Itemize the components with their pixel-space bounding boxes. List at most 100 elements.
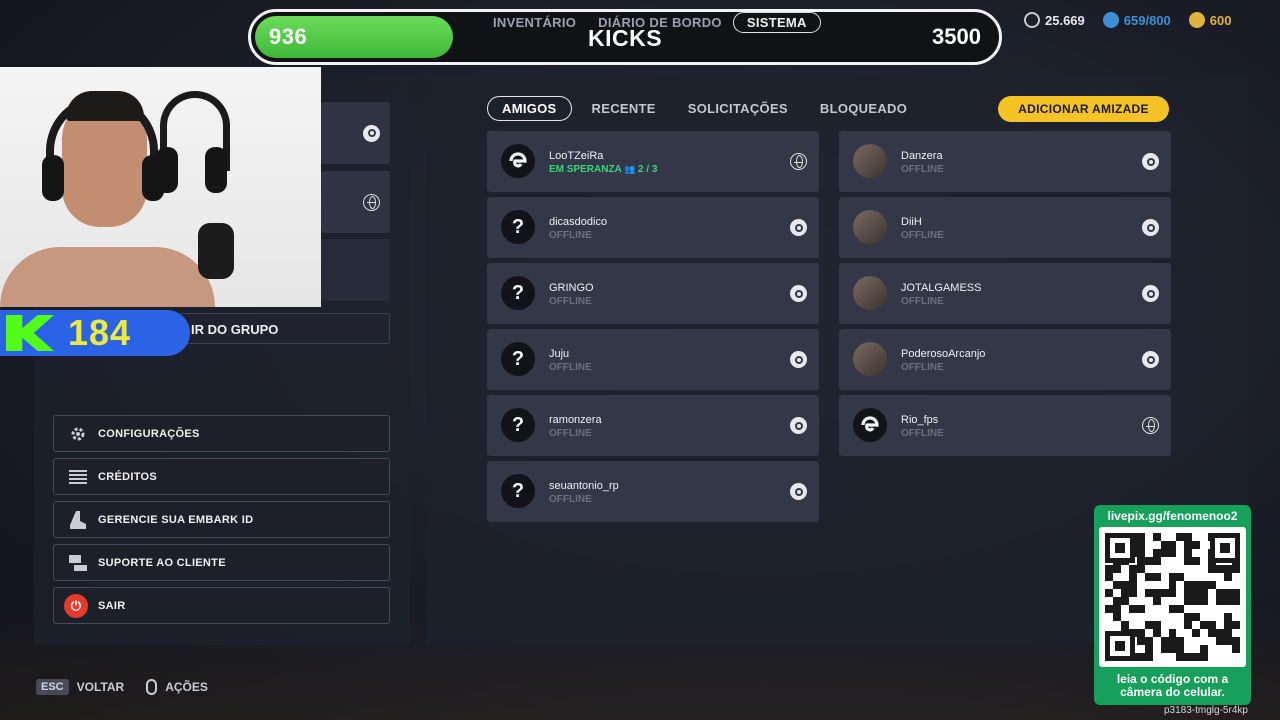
friend-card[interactable]: PoderosoArcanjo OFFLINE bbox=[839, 329, 1171, 390]
unknown-avatar-icon: ? bbox=[501, 342, 535, 376]
multibucks-value: 600 bbox=[1209, 12, 1232, 28]
friend-card[interactable]: ? ramonzera OFFLINE bbox=[487, 395, 819, 456]
livepix-caption: leia o código com a câmera do celular. bbox=[1099, 673, 1246, 699]
qr-module bbox=[1184, 629, 1192, 637]
tab-sistema[interactable]: SISTEMA bbox=[732, 11, 821, 33]
qr-finder-top-left bbox=[1105, 533, 1135, 563]
qr-module bbox=[1121, 605, 1129, 613]
qr-module bbox=[1168, 549, 1177, 557]
friend-status: EM SPERANZA 👥 2 / 3 bbox=[549, 164, 657, 175]
qr-module bbox=[1153, 565, 1161, 573]
qr-module bbox=[1113, 621, 1121, 629]
qr-module bbox=[1112, 597, 1121, 605]
qr-module bbox=[1216, 653, 1224, 661]
left-card-empty[interactable] bbox=[321, 239, 390, 301]
qr-module bbox=[1112, 613, 1121, 621]
qr-module bbox=[1200, 645, 1209, 653]
party-icon: 👥 bbox=[621, 164, 639, 174]
qr-module bbox=[1224, 653, 1232, 661]
webcam-overlay bbox=[0, 67, 321, 307]
tab-inventario[interactable]: INVENTÁRIO bbox=[482, 13, 587, 32]
menu-sair[interactable]: ⏻ SAIR bbox=[53, 587, 390, 624]
qr-module bbox=[1144, 621, 1153, 629]
menu-configuracoes[interactable]: CONFIGURAÇÕES bbox=[53, 415, 390, 452]
friend-card[interactable]: ? dicasdodico OFFLINE bbox=[487, 197, 819, 258]
qr-module bbox=[1168, 573, 1177, 581]
coin-icon bbox=[1024, 12, 1040, 28]
qr-module bbox=[1200, 637, 1208, 645]
qr-module bbox=[1105, 589, 1113, 597]
qr-module bbox=[1169, 613, 1177, 621]
left-card-steam[interactable] bbox=[321, 102, 390, 164]
qr-module bbox=[1105, 621, 1113, 629]
friend-status-text: OFFLINE bbox=[549, 362, 592, 373]
qr-module bbox=[1153, 653, 1161, 661]
qr-module bbox=[1169, 533, 1177, 541]
tab-recente[interactable]: RECENTE bbox=[580, 96, 668, 121]
friend-card[interactable]: JOTALGAMESS OFFLINE bbox=[839, 263, 1171, 324]
tab-diario-de-bordo[interactable]: DIÁRIO DE BORDO bbox=[587, 13, 733, 32]
steam-icon bbox=[1142, 351, 1159, 368]
tab-amigos[interactable]: AMIGOS bbox=[487, 96, 572, 121]
friend-card[interactable]: DiiH OFFLINE bbox=[839, 197, 1171, 258]
friend-card[interactable]: ? seuantonio_rp OFFLINE bbox=[487, 461, 819, 522]
friend-status-text: OFFLINE bbox=[549, 296, 592, 307]
qr-module bbox=[1176, 605, 1185, 613]
qr-module bbox=[1152, 621, 1161, 629]
friend-status: OFFLINE bbox=[549, 362, 592, 373]
menu-embark-id[interactable]: GERENCIE SUA EMBARK ID bbox=[53, 501, 390, 538]
qr-module bbox=[1161, 597, 1169, 605]
qr-module bbox=[1200, 589, 1209, 597]
qr-module bbox=[1208, 613, 1216, 621]
friend-name: DiiH bbox=[901, 216, 922, 228]
qr-module bbox=[1137, 645, 1145, 653]
user-avatar bbox=[853, 342, 887, 376]
qr-module bbox=[1232, 589, 1240, 597]
menu-creditos[interactable]: CRÉDITOS bbox=[53, 458, 390, 495]
qr-module bbox=[1192, 613, 1201, 621]
qr-module bbox=[1121, 573, 1129, 581]
qr-module bbox=[1176, 645, 1185, 653]
qr-module bbox=[1184, 621, 1193, 629]
qr-module bbox=[1200, 605, 1208, 613]
qr-module bbox=[1184, 637, 1192, 645]
qr-module bbox=[1137, 573, 1145, 581]
add-friend-button[interactable]: ADICIONAR AMIZADE bbox=[998, 96, 1169, 122]
menu-suporte[interactable]: SUPORTE AO CLIENTE bbox=[53, 544, 390, 581]
friend-card[interactable]: ? GRINGO OFFLINE bbox=[487, 263, 819, 324]
qr-module bbox=[1136, 653, 1145, 661]
friend-card[interactable]: Rio_fps OFFLINE bbox=[839, 395, 1171, 456]
currency-bar: 25.669 659/800 600 bbox=[1024, 12, 1231, 28]
livepix-url: livepix.gg/fenomenoo2 bbox=[1107, 509, 1238, 523]
friend-status-text: OFFLINE bbox=[549, 428, 592, 439]
tab-solicitacoes[interactable]: SOLICITAÇÕES bbox=[676, 96, 800, 121]
qr-module bbox=[1136, 605, 1145, 613]
qr-code bbox=[1099, 527, 1246, 667]
friend-status-text: EM SPERANZA bbox=[549, 164, 622, 175]
qr-module bbox=[1224, 565, 1233, 573]
qr-module bbox=[1169, 621, 1177, 629]
qr-module bbox=[1184, 565, 1192, 573]
qr-module bbox=[1208, 645, 1216, 653]
leave-group-button[interactable]: IR DO GRUPO bbox=[180, 313, 390, 344]
steam-icon bbox=[1142, 219, 1159, 236]
qr-module bbox=[1112, 581, 1121, 589]
qr-module bbox=[1176, 549, 1184, 557]
kicks-goal-count: 3500 bbox=[932, 24, 981, 49]
qr-module bbox=[1137, 597, 1145, 605]
friend-card[interactable]: Danzera OFFLINE bbox=[839, 131, 1171, 192]
qr-module bbox=[1161, 653, 1169, 661]
qr-module bbox=[1216, 621, 1224, 629]
qr-module bbox=[1168, 589, 1177, 597]
friend-card[interactable]: ? Juju OFFLINE bbox=[487, 329, 819, 390]
qr-module bbox=[1192, 605, 1200, 613]
back-hint[interactable]: VOLTAR bbox=[77, 680, 125, 694]
qr-module bbox=[1145, 629, 1153, 637]
qr-module bbox=[1184, 581, 1193, 589]
left-card-globe[interactable] bbox=[321, 171, 390, 233]
qr-module bbox=[1200, 597, 1209, 605]
actions-hint[interactable]: AÇÕES bbox=[165, 680, 208, 694]
qr-module bbox=[1120, 597, 1129, 605]
tab-bloqueado[interactable]: BLOQUEADO bbox=[808, 96, 919, 121]
friend-card[interactable]: LooTZeiRa EM SPERANZA 👥 2 / 3 bbox=[487, 131, 819, 192]
